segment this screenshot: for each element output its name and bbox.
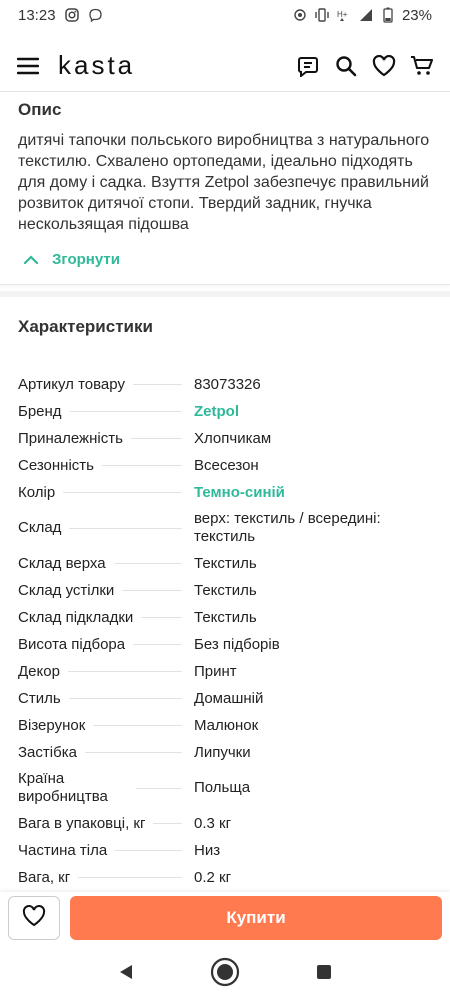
home-icon[interactable] [210,957,240,992]
char-row: Вага в упаковці, кг 0.3 кг [18,810,432,837]
characteristics-section: Характеристики Артикул товару 83073326 Бр… [0,291,450,891]
char-label: Сезонність [18,456,94,474]
chat-icon[interactable] [296,54,320,78]
collapse-label: Згорнути [52,251,120,268]
location-icon [292,7,308,23]
char-row: Склад устілки Текстиль [18,577,432,604]
buy-button[interactable]: Купити [70,896,442,940]
char-row: Стиль Домашній [18,685,432,712]
char-row: Вага, кг 0.2 кг [18,864,432,891]
char-value: Текстиль [194,608,257,626]
char-value: Малюнок [194,716,259,734]
description-card: Опис дитячі тапочки польського виробницт… [0,92,450,285]
char-label: Вага, кг [18,868,71,886]
svg-text:H+: H+ [337,10,348,19]
search-icon[interactable] [334,54,358,78]
char-row: Частина тіла Низ [18,837,432,864]
back-icon[interactable] [117,963,135,986]
char-value: Текстиль [194,554,257,572]
char-label: Декор [18,662,60,680]
recents-icon[interactable] [315,963,333,986]
char-label: Склад верха [18,554,106,572]
char-row: Декор Принт [18,658,432,685]
char-value: Без підборів [194,635,280,653]
system-nav-bar [0,948,450,1000]
battery-percent: 23% [401,6,432,24]
char-label: Візерунок [18,716,86,734]
char-value: Польща [194,779,251,796]
vibrate-icon [314,7,330,23]
char-value: верх: текстиль / всередині: текстиль [194,510,381,545]
char-label: Приналежність [18,429,123,447]
app-header: kasta [0,40,450,92]
product-details[interactable]: Опис дитячі тапочки польського виробницт… [0,92,450,892]
char-value: Домашній [194,689,264,707]
char-label: Бренд [18,402,62,420]
char-row: Сезонність Всесезон [18,452,432,479]
description-title: Опис [18,100,62,119]
signal-hplus-icon: H+ [336,7,352,23]
char-row: Колір Темно-синій [18,479,432,506]
instagram-icon [64,7,80,23]
brand-link[interactable]: Zetpol [194,403,432,421]
char-value: Хлопчикам [194,429,272,447]
char-row: Приналежність Хлопчикам [18,425,432,452]
status-bar: 13:23 H+ 23% [0,0,450,30]
char-value: Низ [194,841,221,859]
char-row: Склад верх: текстиль / всередині: текстил… [18,506,432,550]
char-label: Застібка [18,743,77,761]
char-label: Країна виробництва [18,770,108,805]
add-to-favorites-button[interactable] [8,896,60,940]
char-label: Вага в упаковці, кг [18,814,146,832]
char-row: Застібка Липучки [18,739,432,766]
menu-icon[interactable] [16,54,40,78]
kasta-logo[interactable]: kasta [58,50,135,81]
char-label: Частина тіла [18,841,108,859]
char-value: Принт [194,662,237,680]
battery-icon [380,7,396,23]
char-row: Висота підбора Без підборів [18,631,432,658]
collapse-button[interactable]: Згорнути [18,251,432,268]
char-value: 0.3 кг [194,814,232,832]
purchase-bar: Купити [0,892,450,944]
viber-icon [88,7,104,23]
char-label: Колір [18,483,56,501]
char-row: Країна виробництва Польща [18,766,432,810]
chevron-up-icon [23,251,39,268]
char-value: Всесезон [194,456,259,474]
characteristics-title: Характеристики [18,317,153,336]
char-row: Склад верха Текстиль [18,550,432,577]
char-label: Стиль [18,689,61,707]
char-label: Артикул товару [18,375,125,393]
favorites-heart-icon[interactable] [372,54,396,78]
cell-signal-icon [358,7,374,23]
char-row: Бренд Zetpol [18,398,432,425]
char-label: Склад [18,519,62,536]
char-row: Артикул товару 83073326 [18,371,432,398]
description-text: дитячі тапочки польського виробництва з … [18,132,430,233]
heart-icon [22,904,46,932]
char-label: Склад підкладки [18,608,134,626]
char-value: Текстиль [194,581,257,599]
char-row: Візерунок Малюнок [18,712,432,739]
char-label: Висота підбора [18,635,126,653]
char-row: Склад підкладки Текстиль [18,604,432,631]
char-value: 0.2 кг [194,868,232,886]
char-label: Склад устілки [18,581,115,599]
status-time: 13:23 [18,6,56,24]
char-value: 83073326 [194,375,261,393]
cart-icon[interactable] [410,54,434,78]
char-value: Липучки [194,743,251,761]
color-link[interactable]: Темно-синій [194,484,432,502]
